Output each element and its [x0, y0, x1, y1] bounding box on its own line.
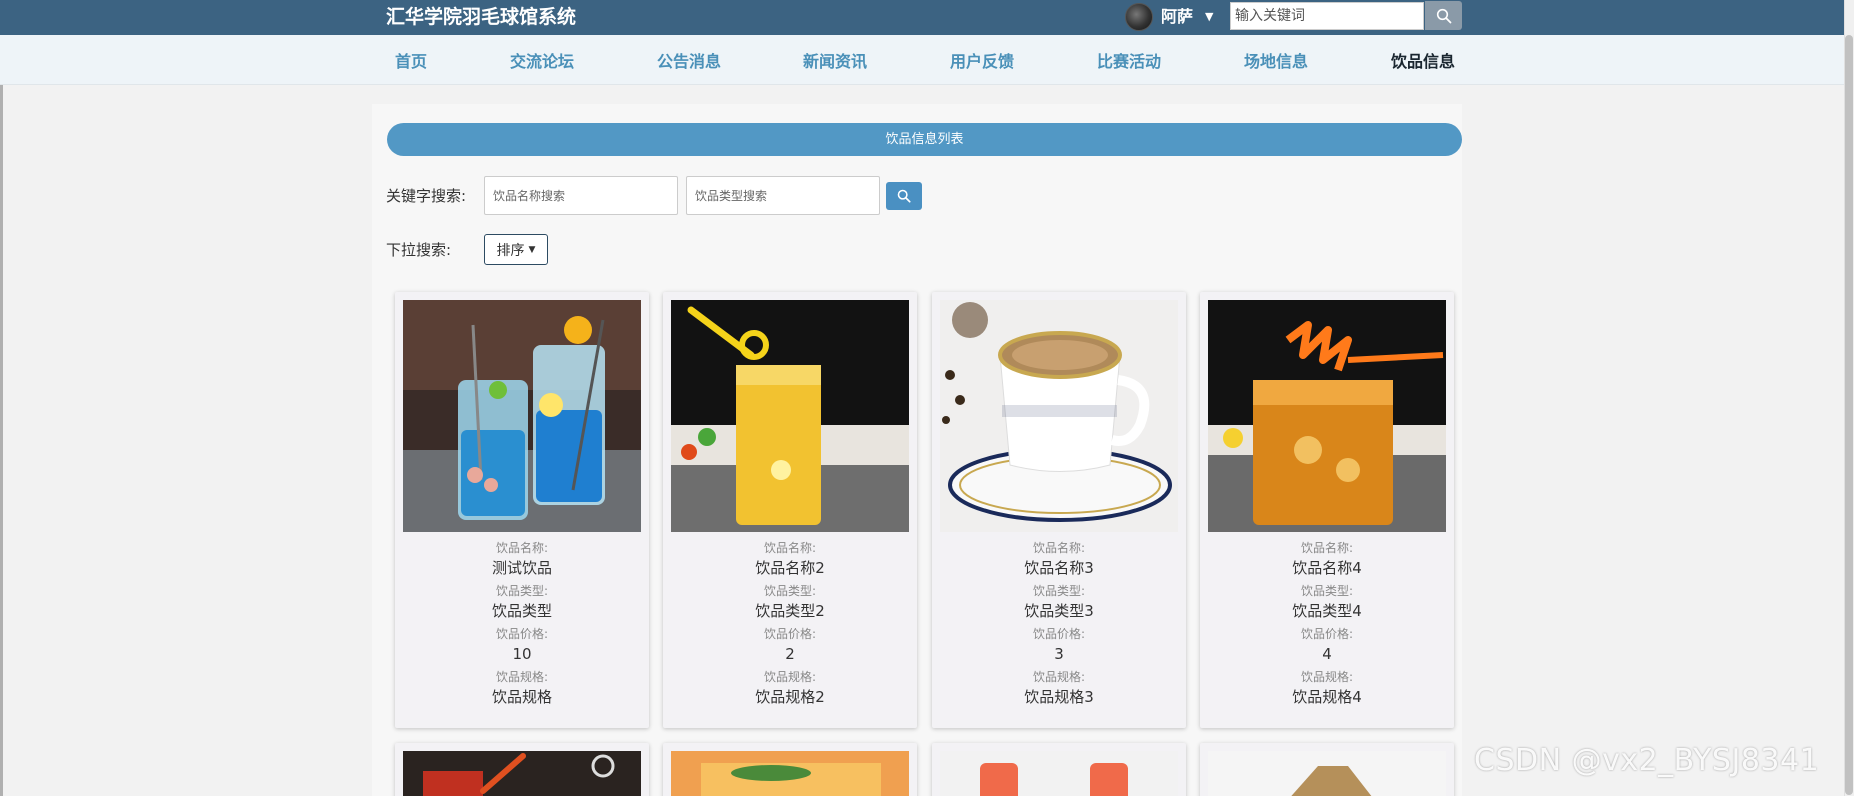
yellow-drink-image[interactable]: [671, 300, 909, 532]
watermark: CSDN @vx2_BYSJ8341: [1474, 743, 1820, 778]
drink-spec-value: 饮品规格2: [755, 688, 825, 706]
scrollbar-thumb[interactable]: [1845, 35, 1853, 795]
drink-card[interactable]: [932, 743, 1186, 796]
drink-spec-label: 饮品规格:: [1032, 670, 1086, 684]
nav-item-forum[interactable]: 交流论坛: [510, 52, 574, 72]
drink-image[interactable]: [940, 751, 1178, 796]
list-title-bar: 饮品信息列表: [387, 123, 1462, 156]
drink-type-label: 饮品类型:: [1032, 584, 1086, 598]
drink-spec-value: 饮品规格4: [1292, 688, 1362, 706]
drink-price-value: 10: [512, 645, 532, 663]
coffee-cup-image[interactable]: [940, 300, 1178, 532]
nav-item-events[interactable]: 比赛活动: [1097, 52, 1161, 72]
search-icon: [1436, 8, 1451, 23]
drink-name-label: 饮品名称:: [1032, 541, 1086, 555]
drink-name-value: 饮品名称3: [1024, 559, 1094, 577]
drink-type-value: 饮品类型2: [755, 602, 825, 620]
nav-item-venues[interactable]: 场地信息: [1244, 52, 1308, 72]
drink-card[interactable]: 饮品名称: 饮品名称4 饮品类型: 饮品类型4 饮品价格: 4 饮品规格: 饮品…: [1200, 292, 1454, 728]
user-avatar[interactable]: [1125, 3, 1153, 31]
drink-spec-label: 饮品规格:: [763, 670, 817, 684]
drink-price-label: 饮品价格:: [495, 627, 549, 641]
drink-card[interactable]: [395, 743, 649, 796]
drink-type-label: 饮品类型:: [495, 584, 549, 598]
keyword-search-label: 关键字搜索:: [386, 187, 467, 205]
drink-card[interactable]: 饮品名称: 测试饮品 饮品类型: 饮品类型 饮品价格: 10 饮品规格: 饮品规…: [395, 292, 649, 728]
drink-price-label: 饮品价格:: [1032, 627, 1086, 641]
nav-item-announcements[interactable]: 公告消息: [657, 52, 721, 72]
nav-item-feedback[interactable]: 用户反馈: [950, 52, 1014, 72]
drink-name-value: 饮品名称2: [755, 559, 825, 577]
drink-card[interactable]: [663, 743, 917, 796]
drink-image[interactable]: [403, 751, 641, 796]
blue-cocktail-image[interactable]: [403, 300, 641, 532]
drink-spec-value: 饮品规格3: [1024, 688, 1094, 706]
search-button[interactable]: [886, 182, 922, 210]
drink-name-search-input[interactable]: [484, 176, 678, 215]
drink-price-label: 饮品价格:: [1300, 627, 1354, 641]
drink-card[interactable]: 饮品名称: 饮品名称2 饮品类型: 饮品类型2 饮品价格: 2 饮品规格: 饮品…: [663, 292, 917, 728]
drink-spec-label: 饮品规格:: [1300, 670, 1354, 684]
username[interactable]: 阿萨: [1161, 7, 1193, 27]
sort-dropdown-button[interactable]: 排序 ▼: [484, 234, 548, 265]
sort-label: 排序: [496, 242, 525, 259]
drink-card[interactable]: 饮品名称: 饮品名称3 饮品类型: 饮品类型3 饮品价格: 3 饮品规格: 饮品…: [932, 292, 1186, 728]
drink-image[interactable]: [671, 751, 909, 796]
drink-spec-label: 饮品规格:: [495, 670, 549, 684]
drink-type-label: 饮品类型:: [763, 584, 817, 598]
drink-type-value: 饮品类型4: [1292, 602, 1362, 620]
top-bar: 汇华学院羽毛球馆系统 阿萨 ▼: [0, 0, 1854, 35]
drink-price-label: 饮品价格:: [763, 627, 817, 641]
drink-name-label: 饮品名称:: [495, 541, 549, 555]
site-title: 汇华学院羽毛球馆系统: [386, 6, 577, 28]
nav-item-news[interactable]: 新闻资讯: [803, 52, 867, 72]
drink-name-value: 测试饮品: [491, 559, 552, 577]
drink-price-value: 3: [1054, 645, 1064, 663]
drink-card[interactable]: [1200, 743, 1454, 796]
page-scrollbar[interactable]: [1844, 0, 1854, 796]
header-search-button[interactable]: [1425, 1, 1462, 30]
caret-down-icon: ▼: [528, 244, 536, 255]
user-menu-caret-icon[interactable]: ▼: [1205, 7, 1213, 27]
drink-type-value: 饮品类型3: [1024, 602, 1094, 620]
drink-name-label: 饮品名称:: [763, 541, 817, 555]
drink-name-value: 饮品名称4: [1292, 559, 1362, 577]
drink-name-label: 饮品名称:: [1300, 541, 1354, 555]
nav-item-home[interactable]: 首页: [395, 52, 427, 72]
dropdown-search-label: 下拉搜索:: [386, 241, 452, 259]
drink-price-value: 4: [1322, 645, 1332, 663]
nav-item-drinks[interactable]: 饮品信息: [1391, 52, 1455, 72]
drink-type-search-input[interactable]: [686, 176, 880, 215]
drink-spec-value: 饮品规格: [491, 688, 552, 706]
drink-type-value: 饮品类型: [491, 602, 552, 620]
left-edge: [0, 85, 3, 796]
main-nav: 首页 交流论坛 公告消息 新闻资讯 用户反馈 比赛活动 场地信息 饮品信息: [0, 35, 1854, 85]
drink-price-value: 2: [785, 645, 795, 663]
orange-tea-image[interactable]: [1208, 300, 1446, 532]
drink-image[interactable]: [1208, 751, 1446, 796]
drink-type-label: 饮品类型:: [1300, 584, 1354, 598]
header-search-input[interactable]: [1230, 2, 1424, 30]
search-icon: [897, 189, 911, 203]
